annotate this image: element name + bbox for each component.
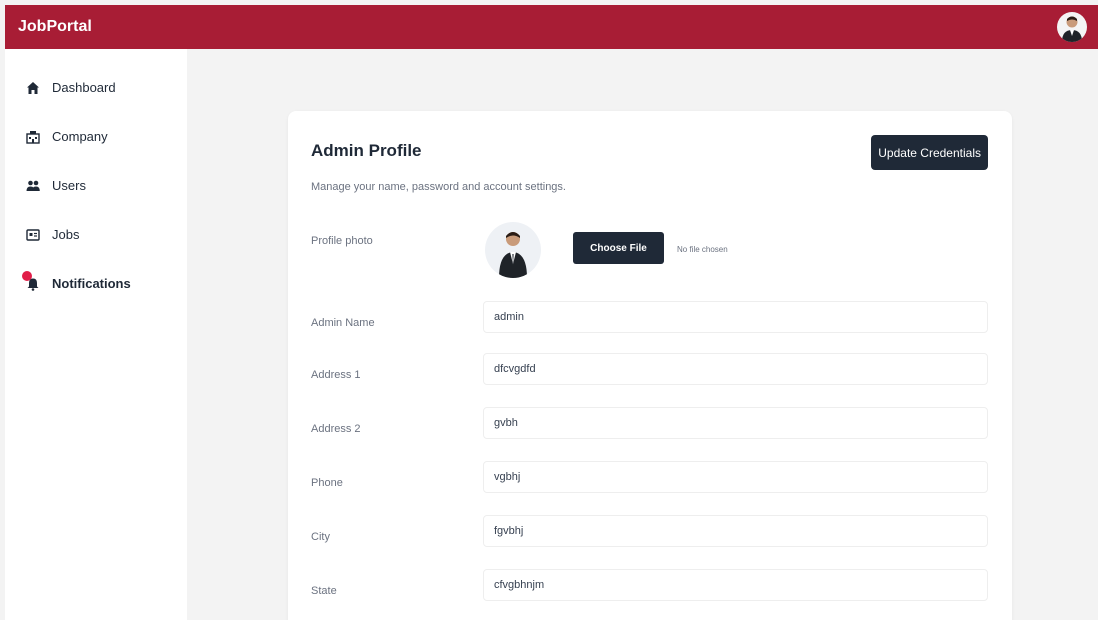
phone-input[interactable]	[483, 461, 988, 493]
home-icon	[26, 81, 40, 95]
sidebar-item-label: Dashboard	[52, 80, 116, 95]
state-label: State	[311, 585, 337, 597]
address1-label: Address 1	[311, 369, 361, 381]
page-title: Admin Profile	[311, 141, 422, 160]
sidebar-item-notifications[interactable]: Notifications	[5, 259, 187, 308]
brand-logo[interactable]: JobPortal	[18, 18, 92, 36]
user-avatar[interactable]	[1057, 12, 1087, 42]
sidebar-item-jobs[interactable]: Jobs	[5, 210, 187, 259]
phone-label: Phone	[311, 477, 343, 489]
sidebar-item-label: Jobs	[52, 227, 80, 242]
page-subtitle: Manage your name, password and account s…	[311, 181, 566, 193]
address1-input[interactable]	[483, 353, 988, 385]
sidebar-item-label: Notifications	[52, 276, 131, 291]
sidebar-item-dashboard[interactable]: Dashboard	[5, 63, 187, 112]
person-photo-icon	[499, 232, 527, 278]
sidebar-item-label: Users	[52, 178, 86, 193]
sidebar-item-company[interactable]: Company	[5, 112, 187, 161]
admin-name-label: Admin Name	[311, 317, 375, 329]
bell-icon	[22, 270, 40, 291]
profile-photo	[485, 222, 541, 278]
profile-photo-label: Profile photo	[311, 235, 373, 247]
state-input[interactable]	[483, 569, 988, 601]
sidebar: Dashboard Company Users Jobs Notificatio…	[5, 49, 187, 620]
top-bar: JobPortal	[5, 5, 1098, 49]
choose-file-button[interactable]: Choose File	[573, 232, 664, 264]
address2-label: Address 2	[311, 423, 361, 435]
building-icon	[26, 130, 40, 144]
jobs-icon	[26, 228, 40, 242]
person-avatar-icon	[1062, 16, 1082, 42]
address2-input[interactable]	[483, 407, 988, 439]
city-input[interactable]	[483, 515, 988, 547]
sidebar-item-label: Company	[52, 129, 108, 144]
update-credentials-button[interactable]: Update Credentials	[871, 135, 988, 170]
main-content: Admin Profile Update Credentials Manage …	[187, 49, 1098, 620]
no-file-text: No file chosen	[677, 245, 728, 254]
admin-name-input[interactable]	[483, 301, 988, 333]
users-icon	[26, 179, 40, 193]
admin-profile-card: Admin Profile Update Credentials Manage …	[288, 111, 1012, 620]
notification-badge	[22, 270, 32, 281]
sidebar-item-users[interactable]: Users	[5, 161, 187, 210]
city-label: City	[311, 531, 330, 543]
